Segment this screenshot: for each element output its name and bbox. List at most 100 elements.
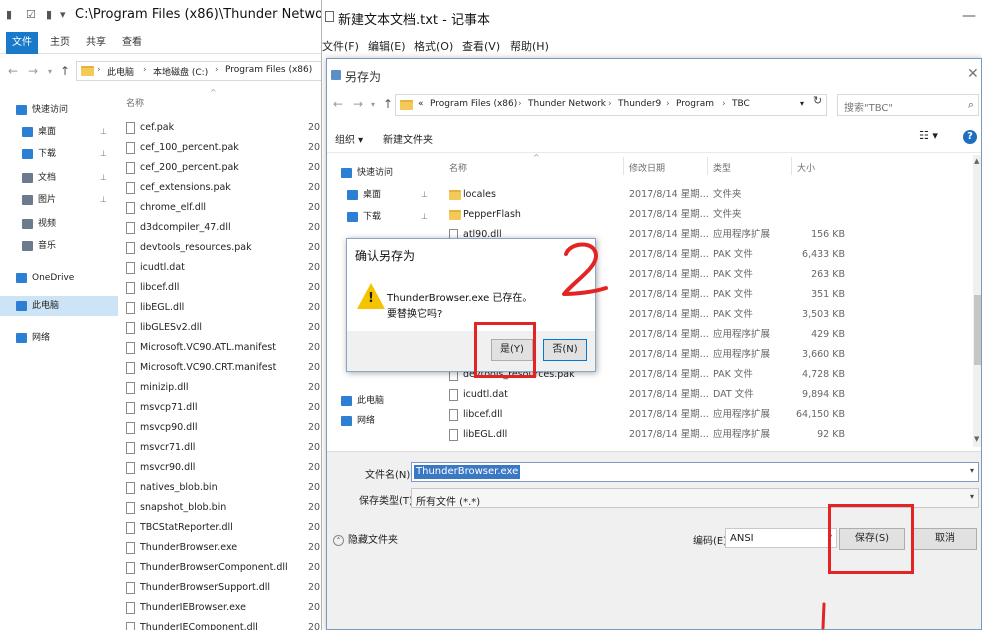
column-header-size[interactable]: 大小: [797, 161, 815, 174]
refresh-icon[interactable]: ↻: [813, 94, 822, 107]
file-row[interactable]: Microsoft.VC90.ATL.manifest 20: [126, 338, 321, 358]
nav-item[interactable]: 快速访问: [0, 100, 118, 120]
file-row[interactable]: Microsoft.VC90.CRT.manifest 20: [126, 358, 321, 378]
breadcrumb-program-files[interactable]: Program Files (x86): [430, 99, 517, 109]
view-options-icon[interactable]: ☷ ▾: [919, 129, 938, 142]
organize-button[interactable]: 组织 ▾: [335, 131, 363, 146]
pin-icon[interactable]: ⊥: [421, 185, 428, 205]
folder-row[interactable]: locales 2017/8/14 星期... 文件夹: [437, 185, 973, 205]
column-header-name[interactable]: 名称: [126, 96, 144, 109]
encoding-select[interactable]: ANSI ▾: [725, 528, 837, 548]
file-row[interactable]: libGLESv2.dll 20: [126, 318, 321, 338]
file-row[interactable]: cef_200_percent.pak 20: [126, 158, 321, 178]
file-row[interactable]: minizip.dll 20: [126, 378, 321, 398]
sa-nav-item[interactable]: 下载 ⊥: [327, 207, 437, 227]
nav-item[interactable]: 视频: [0, 214, 118, 234]
pin-icon[interactable]: ⊥: [421, 207, 428, 227]
file-row[interactable]: msvcp71.dll 20: [126, 398, 321, 418]
yes-button[interactable]: 是(Y): [491, 339, 533, 361]
file-row[interactable]: ThunderIEBrowser.exe 20: [126, 598, 321, 618]
save-as-address-input[interactable]: « Program Files (x86) › Thunder Network …: [395, 94, 827, 116]
file-row[interactable]: cef_100_percent.pak 20: [126, 138, 321, 158]
forward-icon[interactable]: →: [28, 64, 38, 78]
qat-dropdown-icon[interactable]: ▾: [60, 8, 66, 21]
close-icon[interactable]: ✕: [967, 66, 979, 82]
column-header-date[interactable]: 修改日期: [629, 161, 665, 174]
up-icon[interactable]: ↑: [60, 64, 70, 78]
minimize-icon[interactable]: —: [962, 8, 976, 24]
file-row[interactable]: icudtl.dat 20: [126, 258, 321, 278]
scroll-down-icon[interactable]: ▼: [974, 435, 979, 443]
folder-row[interactable]: PepperFlash 2017/8/14 星期... 文件夹: [437, 205, 973, 225]
up-icon[interactable]: ↑: [383, 97, 393, 111]
sa-nav-item[interactable]: 网络: [327, 411, 437, 431]
file-row[interactable]: libEGL.dll 20: [126, 298, 321, 318]
explorer-address-input[interactable]: › 此电脑 › 本地磁盘 (C:) › Program Files (x86): [76, 61, 321, 81]
save-button[interactable]: 保存(S): [839, 528, 905, 550]
back-icon[interactable]: ←: [333, 97, 343, 111]
breadcrumb-tbc[interactable]: TBC: [732, 99, 750, 109]
back-icon[interactable]: ←: [8, 64, 18, 78]
breadcrumb-program[interactable]: Program: [676, 99, 714, 109]
search-input[interactable]: 搜索"TBC" ⌕: [837, 94, 979, 116]
pin-icon[interactable]: ⊥: [100, 190, 107, 210]
column-header-name[interactable]: 名称: [449, 161, 467, 174]
sa-nav-item[interactable]: 快速访问: [327, 163, 437, 183]
scrollbar-thumb[interactable]: [974, 295, 981, 365]
file-row[interactable]: cef.pak 20: [126, 118, 321, 138]
breadcrumb-overflow[interactable]: «: [418, 99, 424, 109]
nav-item[interactable]: 音乐: [0, 236, 118, 256]
file-row[interactable]: ThunderBrowserSupport.dll 20: [126, 578, 321, 598]
recent-dropdown-icon[interactable]: ▾: [371, 100, 375, 109]
breadcrumb-thunder9[interactable]: Thunder9: [618, 99, 661, 109]
ribbon-tab-file[interactable]: 文件: [6, 32, 38, 54]
file-row[interactable]: msvcr71.dll 20: [126, 438, 321, 458]
file-row[interactable]: libcef.dll 2017/8/14 星期... 应用程序扩展 64,150 KB: [437, 405, 973, 425]
nav-item[interactable]: 文档 ⊥: [0, 168, 118, 188]
vertical-scrollbar[interactable]: ▲ ▼: [973, 155, 981, 447]
nav-item[interactable]: 图片 ⊥: [0, 190, 118, 210]
nav-item[interactable]: 下载 ⊥: [0, 144, 118, 164]
file-row[interactable]: ThunderBrowserComponent.dll 20: [126, 558, 321, 578]
cancel-button[interactable]: 取消: [913, 528, 977, 550]
ribbon-tab-share[interactable]: 共享: [80, 32, 112, 54]
recent-dropdown-icon[interactable]: ▾: [48, 67, 52, 76]
file-row[interactable]: d3dcompiler_47.dll 20: [126, 218, 321, 238]
menu-format[interactable]: 格式(O): [414, 38, 453, 54]
pin-icon[interactable]: ⊥: [100, 144, 107, 164]
file-row[interactable]: libEGL.dll 2017/8/14 星期... 应用程序扩展 92 KB: [437, 425, 973, 445]
file-row[interactable]: msvcr90.dll 20: [126, 458, 321, 478]
file-row[interactable]: icudtl.dat 2017/8/14 星期... DAT 文件 9,894 KB: [437, 385, 973, 405]
file-row[interactable]: cef_extensions.pak 20: [126, 178, 321, 198]
file-row[interactable]: ThunderBrowser.exe 20: [126, 538, 321, 558]
breadcrumb-program-files[interactable]: Program Files (x86): [225, 65, 312, 75]
pin-icon[interactable]: ⊥: [100, 168, 107, 188]
column-header-type[interactable]: 类型: [713, 161, 731, 174]
pin-icon[interactable]: ⊥: [100, 122, 107, 142]
scroll-up-icon[interactable]: ▲: [974, 157, 979, 165]
breadcrumb-thunder-network[interactable]: Thunder Network: [528, 99, 606, 109]
properties-icon[interactable]: ☑: [26, 8, 36, 21]
file-row[interactable]: msvcp90.dll 20: [126, 418, 321, 438]
hide-folders-toggle[interactable]: ˄ 隐藏文件夹: [333, 531, 398, 546]
nav-item[interactable]: 桌面 ⊥: [0, 122, 118, 142]
no-button[interactable]: 否(N): [543, 339, 587, 361]
breadcrumb-local-disk[interactable]: 本地磁盘 (C:): [153, 65, 208, 78]
file-row[interactable]: TBCStatReporter.dll 20: [126, 518, 321, 538]
ribbon-tab-home[interactable]: 主页: [44, 32, 76, 54]
help-icon[interactable]: ?: [963, 130, 977, 144]
breadcrumb-this-pc[interactable]: 此电脑: [107, 65, 134, 78]
filename-input[interactable]: ThunderBrowser.exe ▾: [411, 462, 979, 482]
menu-file[interactable]: 文件(F): [322, 38, 359, 54]
nav-item[interactable]: 此电脑: [0, 296, 118, 316]
forward-icon[interactable]: →: [353, 97, 363, 111]
file-row[interactable]: snapshot_blob.bin 20: [126, 498, 321, 518]
filename-dropdown-icon[interactable]: ▾: [970, 466, 974, 475]
file-row[interactable]: libcef.dll 20: [126, 278, 321, 298]
file-row[interactable]: devtools_resources.pak 20: [126, 238, 321, 258]
nav-item[interactable]: OneDrive: [0, 268, 118, 288]
file-row[interactable]: chrome_elf.dll 20: [126, 198, 321, 218]
filetype-select[interactable]: 所有文件 (*.*) ▾: [411, 488, 979, 508]
sa-nav-item[interactable]: 桌面 ⊥: [327, 185, 437, 205]
new-folder-qat-icon[interactable]: ▮: [46, 8, 52, 21]
